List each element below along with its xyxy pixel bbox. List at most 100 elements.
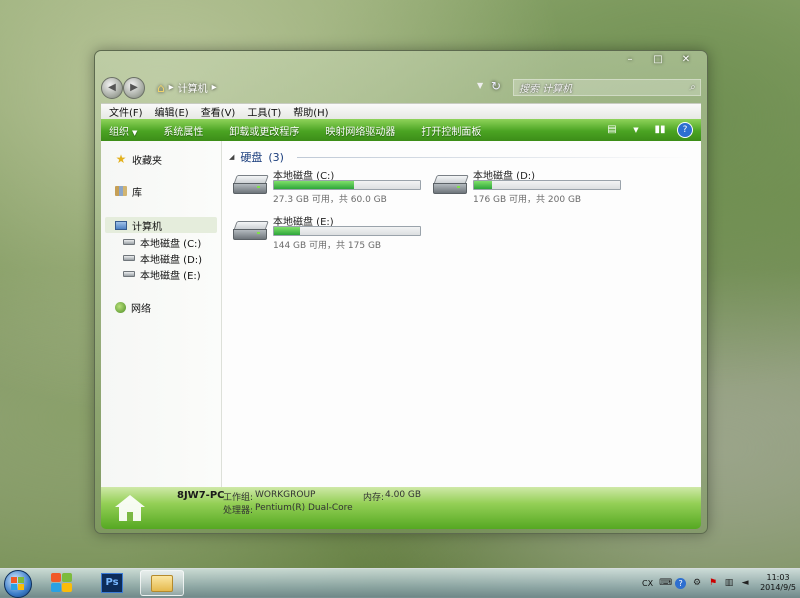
- back-button[interactable]: ◀: [101, 77, 123, 99]
- maximize-button[interactable]: □: [651, 54, 665, 66]
- explorer-window: – □ ✕ ◀ ▶ ⌂ ▸ 计算机 ▸ ▼ ↻ 搜索 计算机 ⌕ 文件(F) 编…: [94, 50, 708, 534]
- menu-edit[interactable]: 编辑(E): [155, 104, 189, 119]
- windows-logo-icon: [11, 577, 17, 583]
- uninstall-program-button[interactable]: 卸载或更改程序: [229, 123, 299, 138]
- memory-label: 内存:: [363, 493, 385, 503]
- taskbar: Ps CX ⌨ ? ⚙ ⚑ ▥ ◄ 11:03 2014/9/5: [0, 568, 800, 598]
- drive-usage-fill: [274, 227, 301, 235]
- drive-tile-c[interactable]: 本地磁盘 (C:) 27.3 GB 可用，共 60.0 GB: [233, 167, 433, 207]
- close-button[interactable]: ✕: [679, 54, 693, 66]
- hard-drive-icon: [123, 255, 135, 261]
- workgroup-value: WORKGROUP: [255, 490, 316, 500]
- preview-pane-icon[interactable]: ▮▮: [653, 123, 667, 137]
- clock-date: 2014/9/5: [760, 583, 796, 592]
- collapse-triangle-icon: ◢: [229, 153, 235, 161]
- system-properties-button[interactable]: 系统属性: [163, 123, 203, 138]
- taskbar-app-photoshop[interactable]: Ps: [90, 570, 134, 596]
- menu-bar: 文件(F) 编辑(E) 查看(V) 工具(T) 帮助(H): [101, 103, 701, 119]
- menu-file[interactable]: 文件(F): [109, 104, 143, 119]
- organize-label: 组织: [109, 126, 129, 138]
- clock[interactable]: 11:03 2014/9/5: [760, 573, 796, 593]
- sidebar-item-favorites[interactable]: ★ 收藏夹: [115, 151, 162, 167]
- memory-value: 4.00 GB: [385, 490, 422, 500]
- menu-view[interactable]: 查看(V): [201, 104, 236, 119]
- view-options-chevron-icon[interactable]: ▼: [629, 123, 643, 137]
- hard-drive-icon: [433, 175, 469, 195]
- address-dropdown-icon[interactable]: ▼: [477, 81, 483, 90]
- search-input[interactable]: 搜索 计算机 ⌕: [513, 79, 701, 96]
- address-separator[interactable]: ▸: [169, 82, 174, 93]
- folder-icon: [151, 574, 173, 592]
- address-crumb-computer[interactable]: 计算机: [178, 80, 208, 95]
- keyboard-icon[interactable]: ⌨: [659, 578, 672, 588]
- forward-button[interactable]: ▶: [123, 77, 145, 99]
- drive-free-space: 27.3 GB 可用，共 60.0 GB: [273, 195, 387, 205]
- address-bar[interactable]: ⌂ ▸ 计算机 ▸: [153, 79, 487, 96]
- processor-label: 处理器:: [223, 506, 254, 516]
- hard-drive-icon: [123, 239, 135, 245]
- navigation-bar: ◀ ▶ ⌂ ▸ 计算机 ▸ ▼ ↻ 搜索 计算机 ⌕: [101, 77, 701, 99]
- content-pane: ◢ 硬盘 (3) 本地磁盘 (C:) 27.3 GB 可用，共 60.0 GB …: [223, 141, 701, 487]
- search-icon[interactable]: ⌕: [689, 82, 695, 93]
- system-tray: CX ⌨ ? ⚙ ⚑ ▥ ◄ 11:03 2014/9/5: [642, 573, 796, 593]
- address-separator[interactable]: ▸: [212, 82, 217, 93]
- search-placeholder: 搜索 计算机: [519, 84, 573, 95]
- sidebar-item-label: 本地磁盘 (E:): [140, 270, 201, 282]
- group-divider: [297, 157, 693, 158]
- refresh-icon[interactable]: ↻: [491, 79, 501, 93]
- details-pane: 8JW7-PC 工作组: WORKGROUP 内存: 4.00 GB 处理器: …: [101, 487, 701, 529]
- drive-usage-bar: [273, 180, 421, 190]
- computer-name: 8JW7-PC: [177, 490, 225, 501]
- sidebar-item-drive-c[interactable]: 本地磁盘 (C:): [123, 234, 201, 250]
- drive-tile-d[interactable]: 本地磁盘 (D:) 176 GB 可用，共 200 GB: [433, 167, 633, 207]
- star-icon: ★: [115, 152, 127, 166]
- network-tray-icon[interactable]: ▥: [724, 578, 734, 588]
- photoshop-icon: Ps: [101, 573, 123, 593]
- drive-tile-e[interactable]: 本地磁盘 (E:) 144 GB 可用，共 175 GB: [233, 213, 433, 253]
- sidebar-item-label: 库: [132, 187, 142, 199]
- caption-buttons: – □ ✕: [623, 54, 693, 66]
- client-area: ★ 收藏夹 库 计算机 本地磁盘 (C:) 本地磁盘 (D:) 本地磁盘 (E:…: [101, 141, 701, 487]
- sidebar-item-label: 本地磁盘 (C:): [140, 238, 202, 250]
- network-icon: [115, 301, 126, 313]
- help-icon[interactable]: ?: [675, 577, 687, 589]
- group-count: (3): [268, 150, 284, 164]
- organize-button[interactable]: 组织 ▼: [109, 123, 137, 138]
- sidebar-item-computer[interactable]: 计算机: [105, 217, 217, 233]
- map-network-drive-button[interactable]: 映射网络驱动器: [325, 123, 395, 138]
- drive-usage-fill: [274, 181, 354, 189]
- workgroup-label: 工作组:: [223, 493, 254, 503]
- drive-free-space: 176 GB 可用，共 200 GB: [473, 195, 582, 205]
- menu-tools[interactable]: 工具(T): [247, 104, 281, 119]
- sidebar-item-libraries[interactable]: 库: [115, 183, 142, 199]
- language-indicator[interactable]: CX: [642, 579, 653, 588]
- sidebar-item-network[interactable]: 网络: [115, 299, 151, 315]
- chevron-down-icon: ▼: [132, 128, 138, 137]
- group-label: 硬盘: [240, 151, 263, 164]
- change-view-icon[interactable]: ▤: [605, 123, 619, 137]
- sidebar-item-label: 收藏夹: [132, 155, 162, 167]
- sidebar-item-drive-e[interactable]: 本地磁盘 (E:): [123, 266, 201, 282]
- menu-help[interactable]: 帮助(H): [293, 104, 328, 119]
- drive-usage-bar: [273, 226, 421, 236]
- group-header-hard-drives[interactable]: ◢ 硬盘 (3): [229, 149, 284, 165]
- minimize-button[interactable]: –: [623, 54, 637, 66]
- settings-icon[interactable]: ⚙: [692, 578, 702, 588]
- computer-icon: [115, 220, 127, 230]
- help-icon[interactable]: ?: [677, 122, 693, 138]
- sidebar-item-drive-d[interactable]: 本地磁盘 (D:): [123, 250, 202, 266]
- taskbar-app-explorer[interactable]: [140, 570, 184, 596]
- taskbar-app-windows-media[interactable]: [40, 570, 84, 596]
- sidebar-item-label: 计算机: [132, 221, 162, 233]
- open-control-panel-button[interactable]: 打开控制面板: [421, 123, 481, 138]
- flag-icon[interactable]: ⚑: [708, 578, 718, 588]
- library-icon: [115, 186, 127, 196]
- start-button[interactable]: [4, 570, 32, 598]
- drive-usage-bar: [473, 180, 621, 190]
- drive-usage-fill: [474, 181, 492, 189]
- volume-icon[interactable]: ◄: [740, 578, 750, 588]
- computer-home-icon: ⌂: [157, 80, 165, 95]
- clock-time: 11:03: [766, 573, 790, 582]
- home-icon: [115, 495, 145, 521]
- sidebar-item-label: 本地磁盘 (D:): [140, 254, 203, 266]
